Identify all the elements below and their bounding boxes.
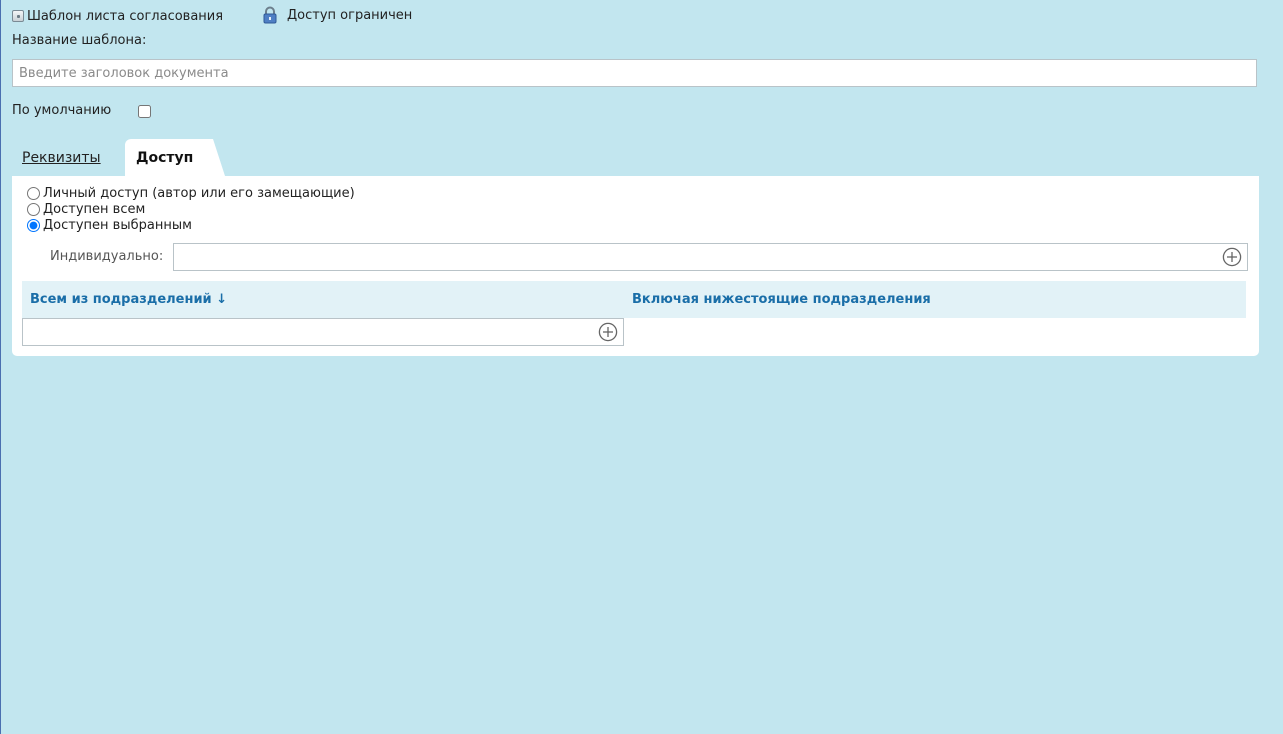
personal-access-radio[interactable] xyxy=(27,186,40,200)
tab-requisites[interactable]: Реквизиты xyxy=(22,150,101,166)
template-name-label: Название шаблона: xyxy=(12,33,147,48)
departments-field[interactable] xyxy=(22,318,624,346)
access-option-all: Доступен всем xyxy=(27,201,355,217)
individual-label: Индивидуально: xyxy=(50,249,164,264)
access-status-label: Доступ ограничен xyxy=(287,7,413,23)
lock-icon xyxy=(263,6,277,24)
access-panel: Личный доступ (автор или его замещающие)… xyxy=(12,176,1259,356)
add-department-icon[interactable] xyxy=(598,322,618,342)
template-name-input[interactable] xyxy=(12,59,1257,87)
all-access-label[interactable]: Доступен всем xyxy=(43,202,145,217)
access-options: Личный доступ (автор или его замещающие)… xyxy=(27,185,355,233)
tab-access[interactable]: Доступ xyxy=(125,139,225,176)
add-individual-icon[interactable] xyxy=(1222,247,1242,267)
access-status: Доступ ограничен xyxy=(262,6,412,24)
access-option-selected: Доступен выбранным xyxy=(27,217,355,233)
access-option-personal: Личный доступ (автор или его замещающие) xyxy=(27,185,355,201)
default-checkbox[interactable] xyxy=(138,105,151,118)
all-access-radio[interactable] xyxy=(27,202,40,216)
document-type-label: Шаблон листа согласования xyxy=(27,8,224,24)
document-icon xyxy=(12,10,24,22)
departments-header: Всем из подразделений ↓ Включая нижестоя… xyxy=(22,281,1246,318)
tab-access-label: Доступ xyxy=(136,150,194,166)
default-label: По умолчанию xyxy=(12,103,112,118)
include-subdepartments-column-header: Включая нижестоящие подразделения xyxy=(632,292,931,307)
document-type: Шаблон листа согласования xyxy=(12,7,223,25)
selected-access-radio[interactable] xyxy=(27,218,40,232)
selected-access-label[interactable]: Доступен выбранным xyxy=(43,218,192,233)
personal-access-label[interactable]: Личный доступ (автор или его замещающие) xyxy=(43,186,355,201)
departments-column-header[interactable]: Всем из подразделений ↓ xyxy=(30,292,227,307)
individual-field[interactable] xyxy=(173,243,1248,271)
